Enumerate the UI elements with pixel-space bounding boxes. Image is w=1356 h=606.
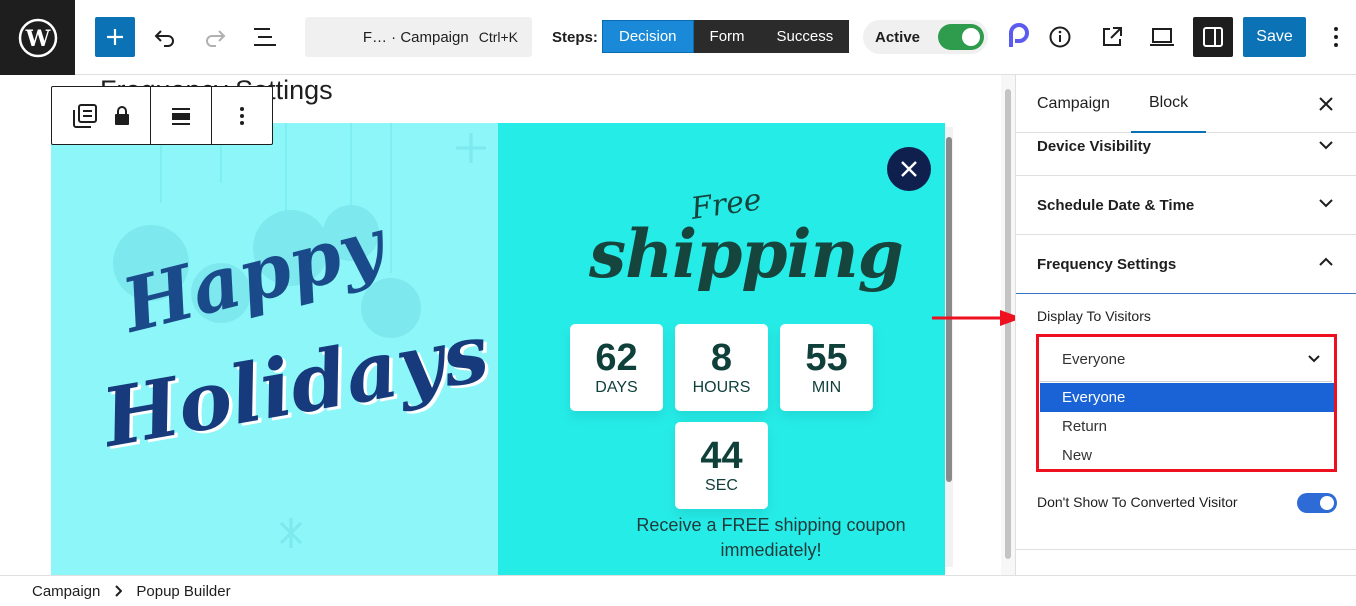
sidebar-icon — [1203, 27, 1223, 47]
breadcrumb-campaign[interactable]: Campaign — [32, 583, 100, 600]
block-toolbar-group-more — [212, 87, 272, 144]
popup-close-button[interactable] — [887, 147, 931, 191]
undo-button[interactable] — [145, 17, 185, 57]
popup-left-panel: Happy Holidays — [51, 123, 498, 575]
promo-line-2: immediately! — [720, 540, 822, 560]
popup-preview[interactable]: Happy Holidays Free shipping 62 DAYS 8 H… — [51, 123, 945, 575]
info-icon — [1049, 26, 1071, 48]
panel-device-visibility[interactable]: Device Visibility — [1016, 118, 1356, 176]
command-palette[interactable]: F… · Campaign Ctrl+K — [305, 17, 532, 57]
promo-text: Receive a FREE shipping coupon immediate… — [581, 513, 945, 563]
sidebar-separator — [1016, 549, 1356, 550]
countdown-days-unit: DAYS — [595, 378, 638, 396]
countdown-hours-unit: HOURS — [692, 378, 751, 396]
steps-switcher: Decision Form Success — [602, 20, 850, 53]
dont-show-converted-label: Don't Show To Converted Visitor — [1037, 494, 1238, 510]
select-value: Everyone — [1062, 350, 1126, 368]
option-new[interactable]: New — [1040, 441, 1334, 470]
plugin-logo-icon — [1009, 23, 1029, 47]
breadcrumb-popup-builder[interactable]: Popup Builder — [136, 583, 230, 600]
breadcrumb: Campaign Popup Builder — [0, 575, 1356, 606]
active-toggle[interactable]: Active — [863, 20, 988, 54]
chevron-down-icon — [1319, 199, 1333, 208]
undo-icon — [154, 30, 174, 47]
visitor-options-list: Everyone Return New — [1040, 383, 1334, 470]
panel-frequency-settings[interactable]: Frequency Settings — [1016, 235, 1356, 294]
active-label: Active — [875, 28, 921, 46]
countdown-days: 62 DAYS — [570, 324, 663, 411]
countdown-minutes-unit: MIN — [811, 378, 842, 396]
external-link-icon — [1103, 27, 1122, 46]
step-success[interactable]: Success — [761, 20, 850, 53]
settings-sidebar: Campaign Block Device Visibility Schedul… — [1015, 75, 1356, 575]
block-toolbar-group-align — [151, 87, 212, 144]
more-vertical-icon — [1334, 27, 1338, 47]
panel-frequency-title: Frequency Settings — [1037, 256, 1177, 273]
chevron-down-icon — [1308, 355, 1320, 363]
option-return[interactable]: Return — [1040, 412, 1334, 441]
save-button[interactable]: Save — [1243, 17, 1306, 57]
plus-icon — [107, 29, 123, 45]
countdown-hours-value: 8 — [710, 336, 733, 379]
countdown-hours: 8 HOURS — [675, 324, 768, 411]
info-button[interactable] — [1040, 17, 1080, 57]
display-to-visitors-label: Display To Visitors — [1037, 308, 1151, 324]
dont-show-converted-toggle[interactable] — [1297, 493, 1337, 513]
panel-device-visibility-title: Device Visibility — [1037, 138, 1151, 155]
wordpress-logo-icon[interactable]: W — [0, 0, 75, 75]
preview-button[interactable] — [1142, 17, 1182, 57]
list-view-icon — [254, 28, 276, 46]
block-type-icon[interactable] — [71, 102, 99, 130]
command-shortcut: Ctrl+K — [478, 29, 518, 45]
countdown-seconds-unit: SEC — [705, 476, 738, 494]
command-title: F… · Campaign — [362, 28, 469, 46]
document-overview-button[interactable] — [245, 17, 285, 57]
settings-sidebar-toggle[interactable] — [1193, 17, 1233, 57]
countdown-days-value: 62 — [595, 336, 638, 379]
chevron-right-icon — [115, 585, 123, 597]
lock-icon[interactable] — [113, 105, 131, 127]
annotation-arrow-icon — [932, 310, 1022, 326]
countdown-seconds-value: 44 — [700, 434, 743, 477]
svg-text:W: W — [24, 26, 50, 52]
panel-schedule-title: Schedule Date & Time — [1037, 196, 1195, 214]
redo-button[interactable] — [195, 17, 235, 57]
active-switch[interactable] — [938, 24, 984, 50]
countdown-minutes-value: 55 — [805, 336, 848, 379]
desktop-preview-icon — [1150, 28, 1174, 46]
align-icon[interactable] — [170, 105, 192, 127]
canvas-scrollbar[interactable] — [945, 127, 953, 567]
step-decision[interactable]: Decision — [602, 20, 694, 53]
redo-icon — [206, 30, 226, 47]
close-icon — [1319, 97, 1333, 111]
shipping-text: shipping — [589, 215, 904, 293]
close-icon — [901, 161, 917, 177]
frequency-divider — [1016, 293, 1356, 294]
countdown-seconds: 44 SEC — [675, 422, 768, 509]
block-options-icon[interactable] — [239, 106, 245, 126]
step-form[interactable]: Form — [694, 20, 761, 53]
top-toolbar: W F… · Campaign Ctrl+K Steps: Decision F… — [0, 0, 1356, 75]
view-post-button[interactable] — [1092, 17, 1132, 57]
close-sidebar-button[interactable] — [1315, 93, 1337, 115]
editor-canvas: Frequency Settings Happy Holidays — [0, 75, 1015, 575]
block-toolbar — [51, 86, 273, 145]
panel-schedule-date-time[interactable]: Schedule Date & Time — [1016, 176, 1356, 235]
display-to-visitors-select[interactable]: Everyone — [1040, 337, 1332, 382]
countdown-minutes: 55 MIN — [780, 324, 873, 411]
add-block-button[interactable] — [95, 17, 135, 57]
steps-label: Steps: — [552, 29, 598, 46]
chevron-down-icon — [1319, 141, 1333, 150]
chevron-up-icon — [1319, 257, 1333, 266]
block-toolbar-group-type — [52, 87, 151, 144]
plugin-logo-button[interactable] — [997, 17, 1037, 57]
promo-line-1: Receive a FREE shipping coupon — [636, 515, 906, 535]
options-menu-button[interactable] — [1316, 17, 1356, 57]
option-everyone[interactable]: Everyone — [1040, 383, 1334, 412]
